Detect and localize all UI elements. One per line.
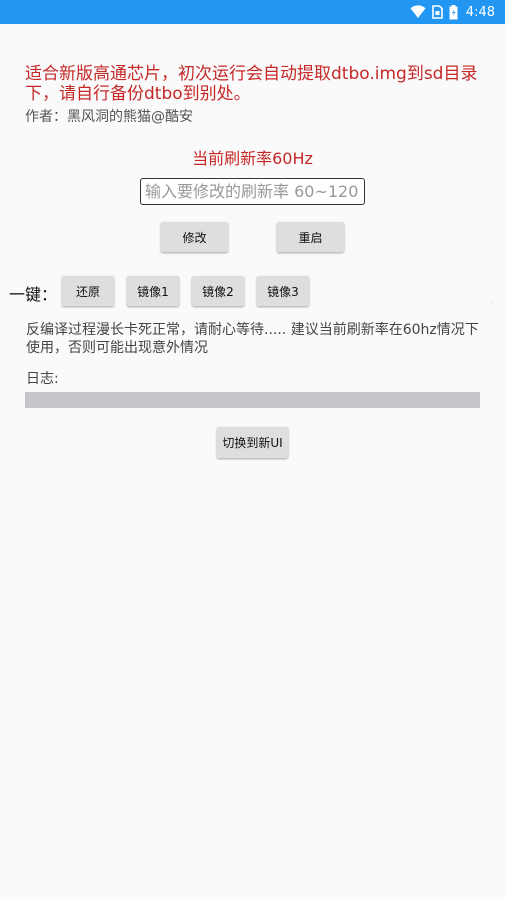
current-refresh-rate: 当前刷新率60Hz — [192, 149, 313, 168]
log-output — [25, 392, 480, 408]
compatibility-notice: 适合新版高通芯片，初次运行会自动提取dtbo.img到sd目录下，请自行备份dt… — [25, 64, 478, 104]
modify-button[interactable]: 修改 — [161, 222, 228, 252]
wifi-icon — [410, 5, 426, 18]
image1-button[interactable]: 镜像1 — [127, 276, 179, 306]
sim-card-icon — [431, 5, 443, 19]
log-label: 日志: — [26, 371, 59, 387]
refresh-rate-input[interactable] — [140, 178, 365, 205]
author-credit: 作者：黑风洞的熊猫@酷安 — [25, 109, 193, 125]
divider-dot — [491, 302, 492, 303]
battery-icon — [449, 4, 458, 19]
decompile-warning: 反编译过程漫长卡死正常，请耐心等待..... 建议当前刷新率在60hz情况下使用… — [26, 322, 479, 356]
reboot-button[interactable]: 重启 — [277, 222, 344, 252]
status-bar: 4:48 — [0, 0, 505, 24]
switch-ui-button[interactable]: 切换到新UI — [217, 427, 288, 458]
image2-button[interactable]: 镜像2 — [192, 276, 244, 306]
one-key-label: 一键： — [9, 285, 58, 304]
image3-button[interactable]: 镜像3 — [257, 276, 309, 306]
status-time: 4:48 — [465, 4, 495, 20]
restore-button[interactable]: 还原 — [62, 276, 114, 306]
